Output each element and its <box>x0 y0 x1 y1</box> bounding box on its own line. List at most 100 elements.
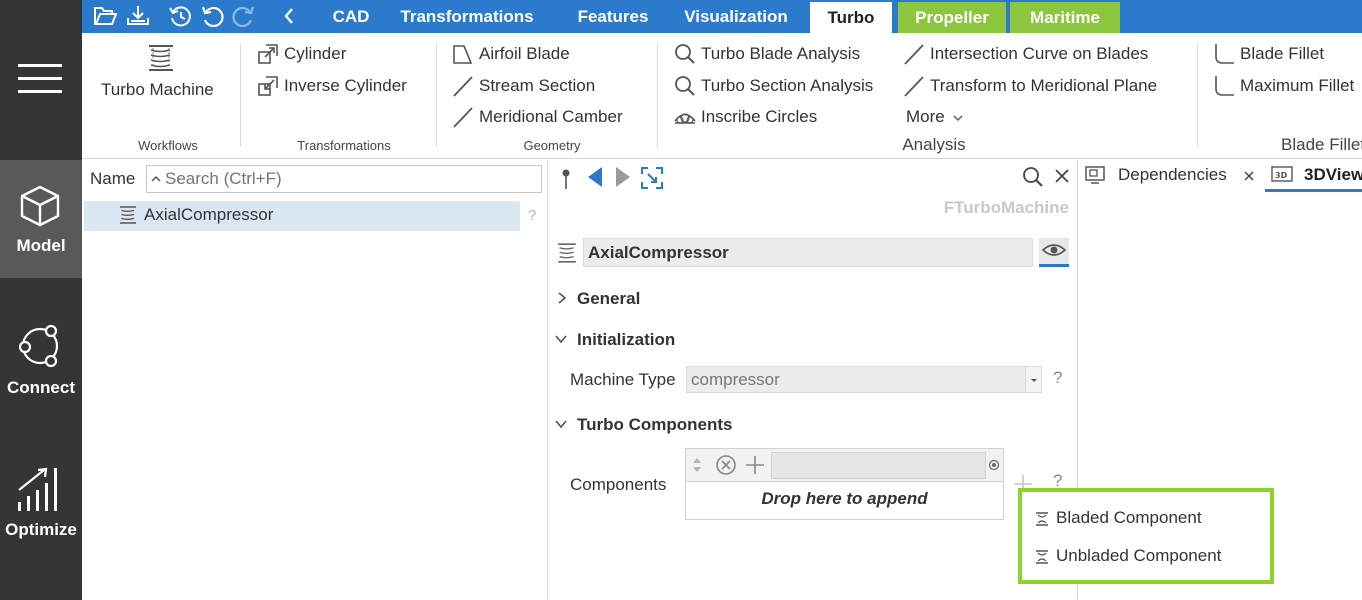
model-tree-panel: Name AxialCompressor ? <box>82 160 548 600</box>
open-folder-icon[interactable] <box>93 5 117 27</box>
close-tab-icon[interactable] <box>1244 171 1254 181</box>
inscribe-circles-icon <box>674 106 696 128</box>
airfoil-blade-icon <box>452 43 474 65</box>
optimize-chart-icon <box>16 466 64 512</box>
chevron-right-icon[interactable] <box>556 291 568 305</box>
dependencies-icon <box>1085 166 1105 184</box>
tab-turbo[interactable]: Turbo <box>810 2 892 33</box>
cube-icon <box>19 184 61 228</box>
machine-type-select[interactable]: compressor <box>686 366 1042 393</box>
turbo-machine-button[interactable]: Turbo Machine <box>96 41 226 105</box>
inverse-cylinder-icon <box>257 75 279 97</box>
tab-dependencies-label: Dependencies <box>1118 165 1227 184</box>
airfoil-blade-label: Airfoil Blade <box>479 44 570 63</box>
components-label: Components <box>570 475 667 494</box>
section-general[interactable]: General <box>577 289 640 309</box>
sidebar-item-model[interactable]: Model <box>0 160 82 278</box>
3d-view-icon: 3D <box>1271 166 1293 184</box>
menu-item-label: Bladed Component <box>1056 508 1202 527</box>
inverse-cylinder-label: Inverse Cylinder <box>284 76 407 95</box>
section-initialization[interactable]: Initialization <box>577 330 675 350</box>
group-label-transformations: Transformations <box>297 138 391 153</box>
tab-3dview[interactable]: 3D 3DView <box>1265 160 1362 192</box>
cylinder-label: Cylinder <box>284 44 347 63</box>
tab-dependencies[interactable]: Dependencies <box>1078 160 1264 192</box>
group-label-geometry: Geometry <box>523 138 581 153</box>
ribbon-separator <box>240 43 241 147</box>
back-arrow-icon[interactable] <box>586 166 604 188</box>
redo-icon[interactable] <box>232 5 256 27</box>
machine-type-label: Machine Type <box>570 370 676 389</box>
group-label-blade-fillet: Blade Fillet <box>1281 135 1362 154</box>
line-icon <box>452 106 474 128</box>
add-plus-icon[interactable] <box>744 454 766 476</box>
tab-propeller[interactable]: Propeller <box>898 2 1006 33</box>
ribbon-separator <box>657 43 658 147</box>
group-label-analysis: Analysis <box>902 135 966 154</box>
bladed-component-icon <box>1034 511 1050 526</box>
chevron-down-icon <box>953 114 963 122</box>
chevron-down-icon[interactable] <box>554 333 568 345</box>
object-name-field[interactable]: AxialCompressor <box>583 238 1033 267</box>
component-name-input[interactable] <box>771 452 986 479</box>
turbo-machine-label: Turbo Machine <box>101 80 214 99</box>
tab-visualization[interactable]: Visualization <box>672 0 800 33</box>
line-icon <box>903 75 925 97</box>
drop-here-to-append[interactable]: Drop here to append <box>686 489 1003 509</box>
transform-meridional-label: Transform to Meridional Plane <box>930 76 1158 95</box>
undo-icon[interactable] <box>200 5 224 27</box>
turbo-blade-analysis-label: Turbo Blade Analysis <box>701 44 861 63</box>
hamburger-menu-icon[interactable] <box>18 62 62 96</box>
magnifier-icon <box>674 43 696 65</box>
select-frame-icon[interactable] <box>640 166 664 190</box>
line-icon <box>903 43 925 65</box>
tab-maritime[interactable]: Maritime <box>1010 2 1120 33</box>
chevron-left-icon[interactable] <box>278 5 302 27</box>
stream-section-label: Stream Section <box>479 76 596 95</box>
more-label: More <box>906 107 945 126</box>
sidebar-item-optimize[interactable]: Optimize <box>0 444 82 562</box>
menu-item-bladed-component[interactable]: Bladed Component <box>1034 508 1202 528</box>
search-input[interactable] <box>165 168 535 190</box>
chevron-up-icon[interactable] <box>150 174 162 184</box>
add-component-popup-menu: Bladed Component Unbladed Component <box>1018 488 1274 584</box>
sidebar-item-label: Model <box>16 236 66 255</box>
visibility-eye-icon[interactable] <box>1039 238 1069 267</box>
forward-arrow-icon[interactable] <box>614 166 632 188</box>
object-name-value: AxialCompressor <box>588 243 729 262</box>
line-icon <box>452 75 474 97</box>
sort-arrows-icon[interactable] <box>692 457 702 473</box>
section-turbo-components[interactable]: Turbo Components <box>577 415 733 435</box>
remove-circle-icon[interactable] <box>715 454 737 476</box>
history-icon[interactable] <box>168 5 192 27</box>
tree-item-axialcompressor[interactable]: AxialCompressor <box>84 201 520 231</box>
search-box <box>146 165 542 193</box>
object-type-label: FTurboMachine <box>943 198 1069 217</box>
sidebar-item-connect[interactable]: Connect <box>0 302 82 420</box>
svg-text:3D: 3D <box>1275 171 1288 180</box>
cylinder-transform-icon <box>257 43 279 65</box>
turbo-machine-icon <box>556 242 578 264</box>
properties-panel: FTurboMachine AxialCompressor General In… <box>548 160 1078 600</box>
tab-features[interactable]: Features <box>566 0 660 33</box>
fillet-icon <box>1213 43 1235 65</box>
tab-transformations[interactable]: Transformations <box>391 0 543 33</box>
blade-fillet-label: Blade Fillet <box>1240 44 1325 63</box>
more-dropdown-button[interactable]: More <box>906 106 963 128</box>
target-icon[interactable] <box>988 459 1000 471</box>
magnifier-icon <box>674 75 696 97</box>
components-list-widget: Drop here to append <box>685 448 1004 520</box>
download-save-icon[interactable] <box>126 5 150 27</box>
dropdown-arrow-icon <box>1025 367 1041 392</box>
ribbon-separator <box>436 43 437 147</box>
menu-item-unbladed-component[interactable]: Unbladed Component <box>1034 546 1221 566</box>
sidebar-item-label: Connect <box>7 378 75 397</box>
help-icon[interactable]: ? <box>1053 368 1062 388</box>
search-icon[interactable] <box>1022 166 1044 188</box>
close-icon[interactable] <box>1054 168 1070 184</box>
chevron-down-icon[interactable] <box>554 418 568 430</box>
tab-cad[interactable]: CAD <box>322 0 380 33</box>
pin-icon[interactable] <box>560 168 572 190</box>
help-icon[interactable]: ? <box>528 207 536 224</box>
menu-item-label: Unbladed Component <box>1056 546 1222 565</box>
